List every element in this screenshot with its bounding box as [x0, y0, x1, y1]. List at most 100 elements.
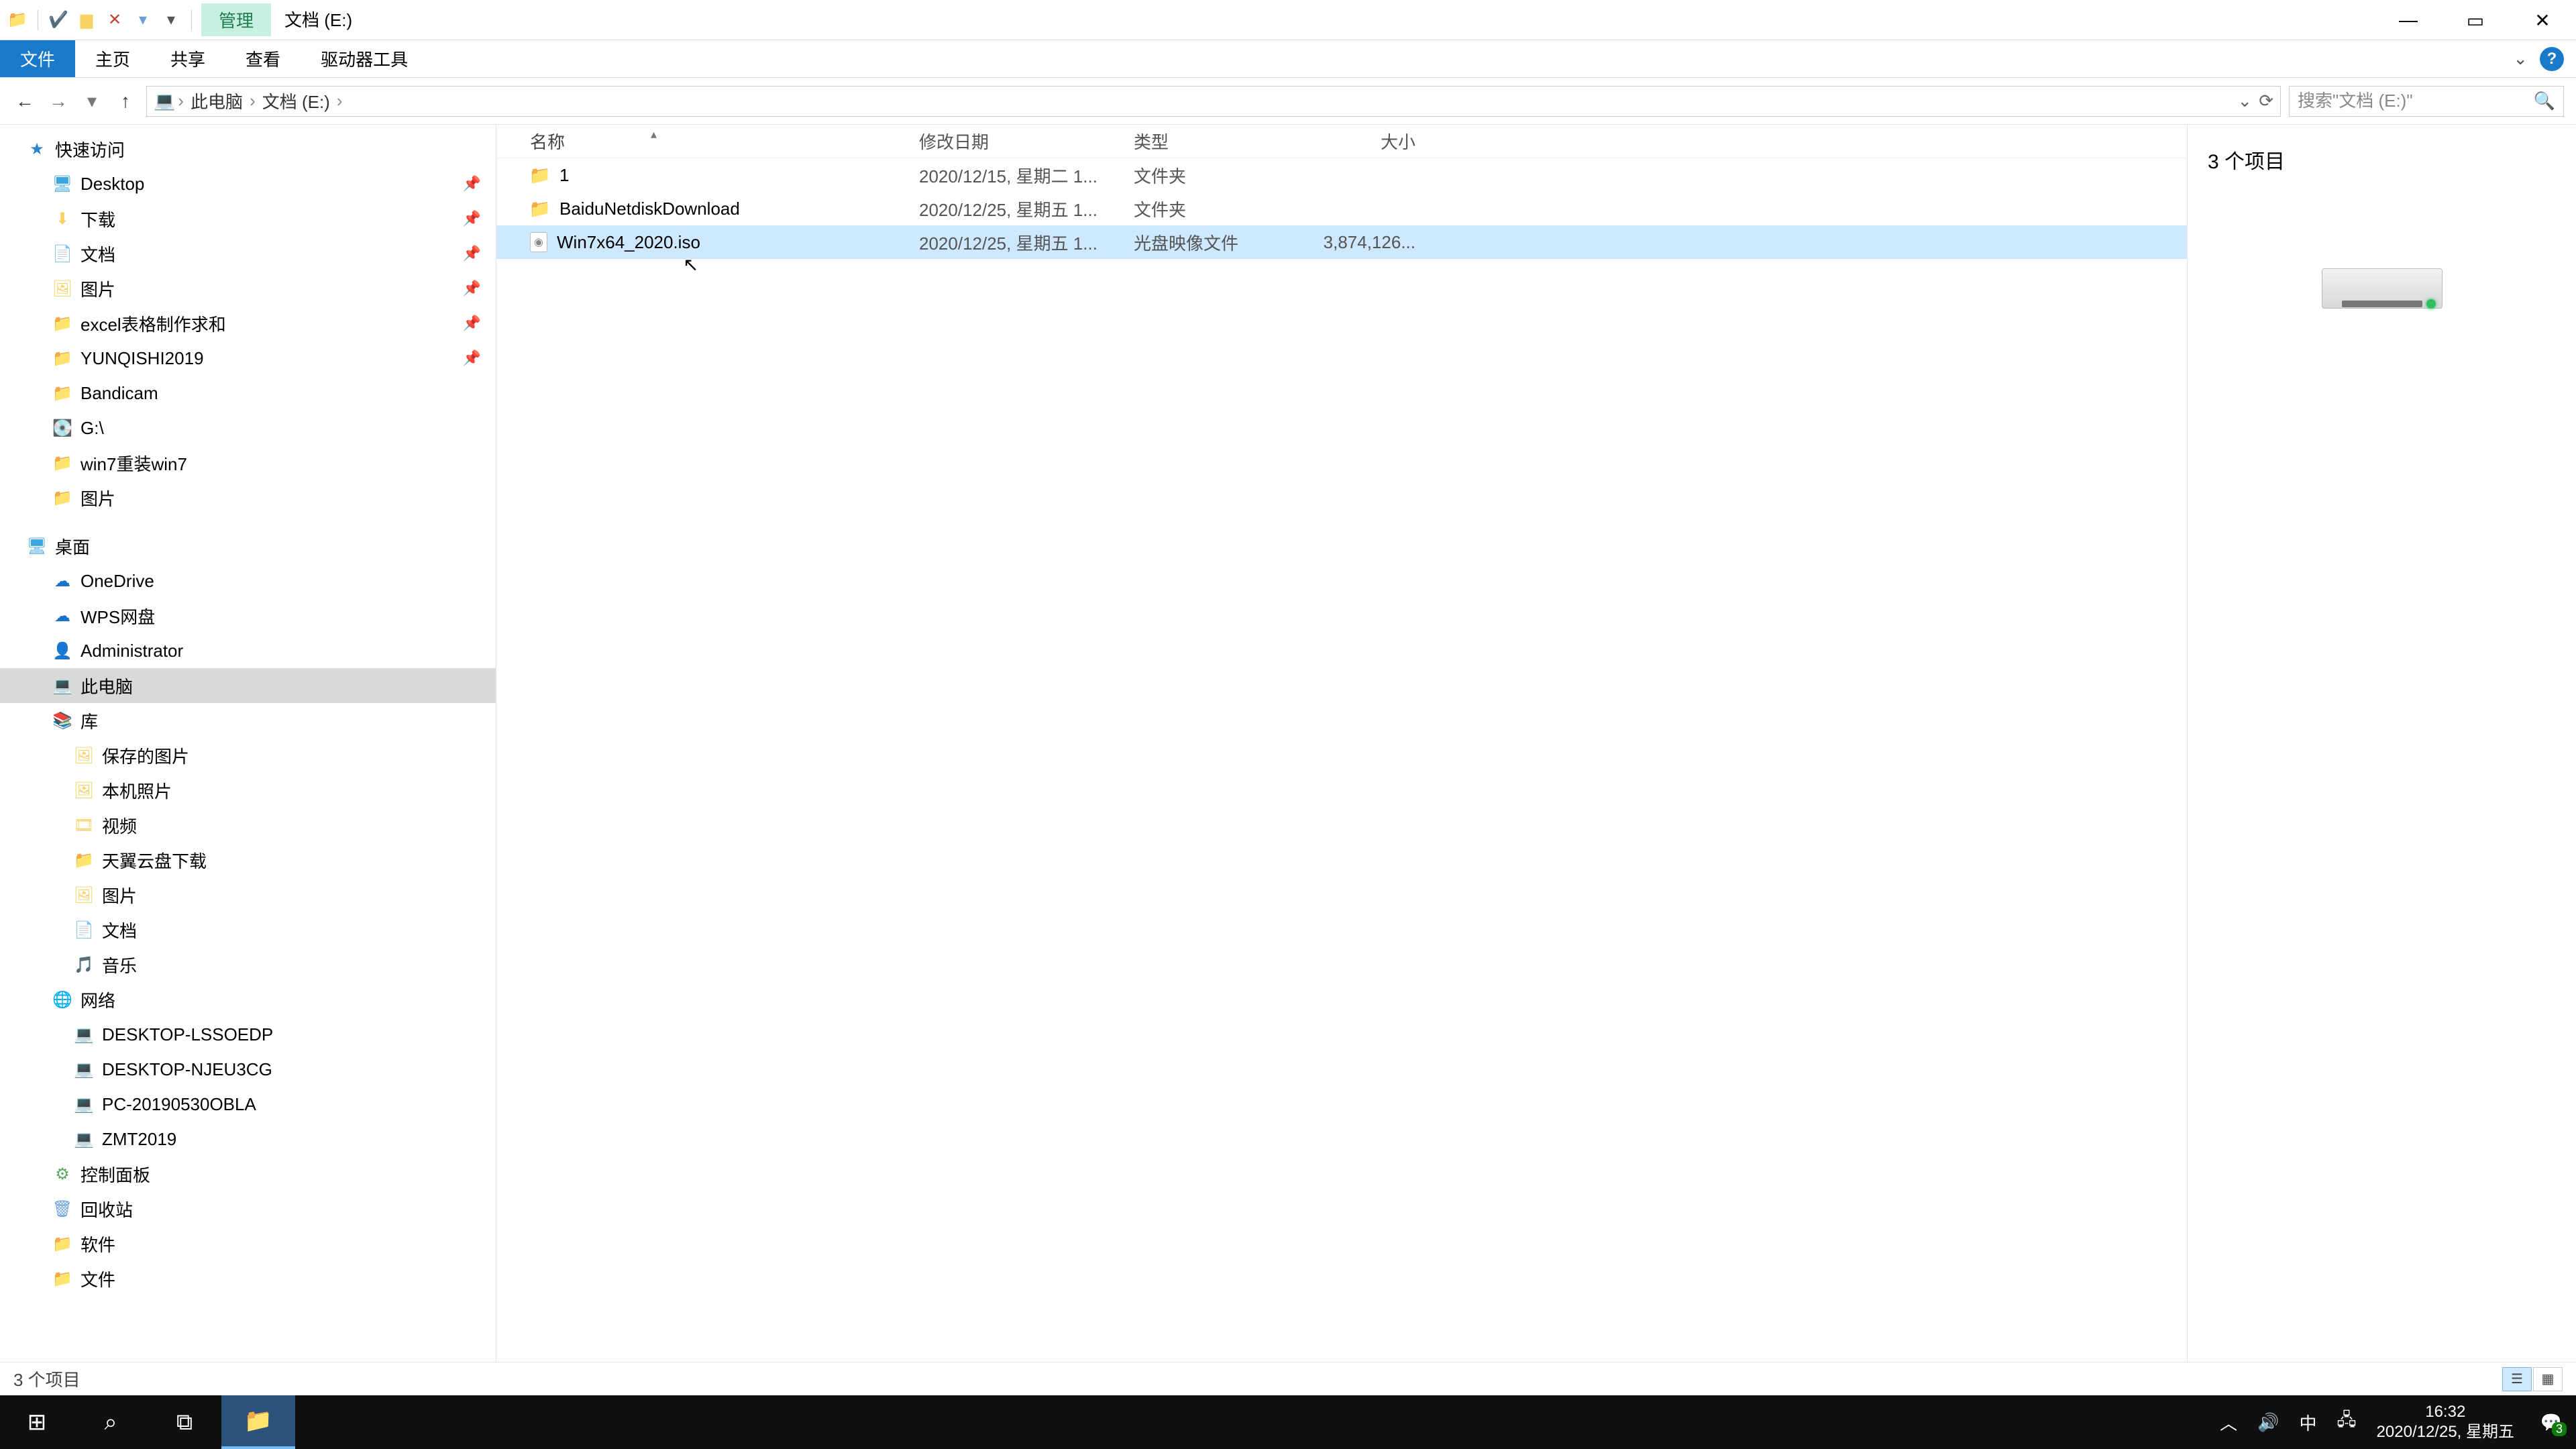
- nav-network-pc[interactable]: 💻ZMT2019: [0, 1122, 496, 1157]
- nav-label: 桌面: [55, 534, 90, 559]
- delete-icon[interactable]: ✕: [103, 8, 127, 32]
- search-input[interactable]: [2298, 91, 2534, 111]
- nav-label: 文件: [80, 1267, 115, 1291]
- col-date[interactable]: 修改日期: [919, 129, 1134, 154]
- volume-icon[interactable]: 🔊: [2257, 1412, 2279, 1433]
- nav-wps[interactable]: ☁WPS网盘: [0, 598, 496, 633]
- help-icon[interactable]: ?: [2540, 47, 2564, 71]
- address-bar[interactable]: 💻 › 此电脑 › 文档 (E:) › ⌄ ⟳: [146, 86, 2281, 117]
- qat-dropdown-icon[interactable]: ▾: [159, 8, 183, 32]
- search-button[interactable]: ⌕: [74, 1395, 148, 1449]
- nav-excel-folder[interactable]: 📁excel表格制作求和📌: [0, 306, 496, 341]
- tab-home[interactable]: 主页: [75, 40, 150, 77]
- chevron-right-icon[interactable]: ›: [175, 91, 186, 111]
- search-icon[interactable]: 🔍: [2534, 91, 2555, 111]
- pin-icon: 📌: [463, 315, 481, 332]
- chevron-right-icon[interactable]: ›: [247, 91, 258, 111]
- nav-tianyi[interactable]: 📁天翼云盘下载: [0, 843, 496, 877]
- new-folder-icon[interactable]: ▆: [74, 8, 99, 32]
- minimize-button[interactable]: —: [2375, 0, 2442, 40]
- nav-software[interactable]: 📁软件: [0, 1226, 496, 1261]
- nav-label: DESKTOP-NJEU3CG: [102, 1059, 272, 1080]
- file-row-selected[interactable]: ◉Win7x64_2020.iso 2020/12/25, 星期五 1... 光…: [496, 225, 2187, 259]
- nav-camera-roll[interactable]: 🖼本机照片: [0, 773, 496, 808]
- nav-network-pc[interactable]: 💻PC-20190530OBLA: [0, 1087, 496, 1122]
- tab-share[interactable]: 共享: [150, 40, 225, 77]
- nav-g-drive[interactable]: 💽G:\: [0, 411, 496, 445]
- nav-pictures-3[interactable]: 🖼图片: [0, 877, 496, 912]
- nav-desktop[interactable]: 🖥Desktop📌: [0, 166, 496, 201]
- nav-files[interactable]: 📁文件: [0, 1261, 496, 1296]
- nav-pictures-2[interactable]: 📁图片: [0, 480, 496, 515]
- nav-quick-access[interactable]: ★快速访问: [0, 131, 496, 166]
- nav-yunqishi[interactable]: 📁YUNQISHI2019📌: [0, 341, 496, 376]
- forward-button[interactable]: →: [46, 89, 71, 114]
- tab-view[interactable]: 查看: [225, 40, 301, 77]
- action-center-icon[interactable]: 💬3: [2534, 1405, 2568, 1439]
- col-type[interactable]: 类型: [1134, 129, 1308, 154]
- col-size[interactable]: 大小: [1308, 129, 1429, 154]
- manage-context-tab[interactable]: 管理: [201, 3, 271, 36]
- chevron-right-icon[interactable]: ›: [334, 91, 345, 111]
- close-button[interactable]: ✕: [2509, 0, 2576, 40]
- navigation-pane[interactable]: ★快速访问 🖥Desktop📌 ⬇下载📌 📄文档📌 🖼图片📌 📁excel表格制…: [0, 125, 496, 1362]
- nav-onedrive[interactable]: ☁OneDrive: [0, 564, 496, 598]
- address-dropdown-icon[interactable]: ⌄: [2237, 91, 2252, 111]
- search-box[interactable]: 🔍: [2289, 86, 2564, 117]
- nav-music[interactable]: 🎵音乐: [0, 947, 496, 982]
- nav-this-pc[interactable]: 💻此电脑: [0, 668, 496, 703]
- clock[interactable]: 16:32 2020/12/25, 星期五: [2377, 1402, 2514, 1442]
- control-panel-icon: ⚙: [52, 1164, 72, 1184]
- nav-network-pc[interactable]: 💻DESKTOP-LSSOEDP: [0, 1017, 496, 1052]
- nav-documents[interactable]: 📄文档📌: [0, 236, 496, 271]
- maximize-button[interactable]: ▭: [2442, 0, 2509, 40]
- nav-label: DESKTOP-LSSOEDP: [102, 1024, 273, 1045]
- network-icon[interactable]: 🖧: [2337, 1407, 2357, 1437]
- pictures-icon: 🖼: [52, 278, 72, 299]
- details-view-button[interactable]: ☰: [2502, 1367, 2532, 1391]
- nav-documents-2[interactable]: 📄文档: [0, 912, 496, 947]
- refresh-icon[interactable]: ⟳: [2259, 91, 2273, 111]
- nav-downloads[interactable]: ⬇下载📌: [0, 201, 496, 236]
- nav-pictures[interactable]: 🖼图片📌: [0, 271, 496, 306]
- file-row[interactable]: 📁BaiduNetdiskDownload 2020/12/25, 星期五 1.…: [496, 192, 2187, 225]
- nav-libraries[interactable]: 📚库: [0, 703, 496, 738]
- folder-icon: 📁: [52, 488, 72, 508]
- nav-win7-folder[interactable]: 📁win7重装win7: [0, 445, 496, 480]
- task-view-button[interactable]: ⧉: [148, 1395, 221, 1449]
- icons-view-button[interactable]: ▦: [2533, 1367, 2563, 1391]
- breadcrumb-this-pc[interactable]: 此电脑: [186, 89, 247, 113]
- nav-desktop-root[interactable]: 🖥桌面: [0, 529, 496, 564]
- cloud-icon: ☁: [52, 606, 72, 626]
- start-button[interactable]: ⊞: [0, 1395, 74, 1449]
- nav-videos[interactable]: 🎞视频: [0, 808, 496, 843]
- tab-file[interactable]: 文件: [0, 40, 75, 77]
- properties-icon[interactable]: ✔️: [46, 8, 70, 32]
- downloads-icon: ⬇: [52, 209, 72, 229]
- nav-saved-pictures[interactable]: 🖼保存的图片: [0, 738, 496, 773]
- file-list[interactable]: 名称▴ 修改日期 类型 大小 📁1 2020/12/15, 星期二 1... 文…: [496, 125, 2187, 1362]
- tray-overflow-icon[interactable]: ︿: [2220, 1410, 2237, 1435]
- up-button[interactable]: ↑: [113, 89, 138, 114]
- ime-indicator[interactable]: 中: [2300, 1410, 2317, 1435]
- nav-label: 库: [80, 708, 98, 733]
- nav-network-pc[interactable]: 💻DESKTOP-NJEU3CG: [0, 1052, 496, 1087]
- customize-icon[interactable]: ▾: [131, 8, 155, 32]
- nav-label: excel表格制作求和: [80, 311, 226, 336]
- documents-icon: 📄: [74, 920, 94, 940]
- recent-locations-button[interactable]: ▾: [79, 89, 105, 114]
- breadcrumb-drive[interactable]: 文档 (E:): [258, 89, 334, 113]
- nav-network[interactable]: 🌐网络: [0, 982, 496, 1017]
- back-button[interactable]: ←: [12, 89, 38, 114]
- pin-icon: 📌: [463, 210, 481, 227]
- nav-administrator[interactable]: 👤Administrator: [0, 633, 496, 668]
- col-name[interactable]: 名称▴: [530, 129, 919, 154]
- nav-recycle-bin[interactable]: 🗑回收站: [0, 1191, 496, 1226]
- tab-drive-tools[interactable]: 驱动器工具: [301, 40, 428, 77]
- ribbon-collapse-icon[interactable]: ⌄: [2513, 48, 2528, 69]
- file-row[interactable]: 📁1 2020/12/15, 星期二 1... 文件夹: [496, 158, 2187, 192]
- nav-bandicam[interactable]: 📁Bandicam: [0, 376, 496, 411]
- folder-icon: 🖼: [74, 745, 94, 765]
- file-explorer-taskbar[interactable]: 📁: [221, 1395, 295, 1449]
- nav-control-panel[interactable]: ⚙控制面板: [0, 1157, 496, 1191]
